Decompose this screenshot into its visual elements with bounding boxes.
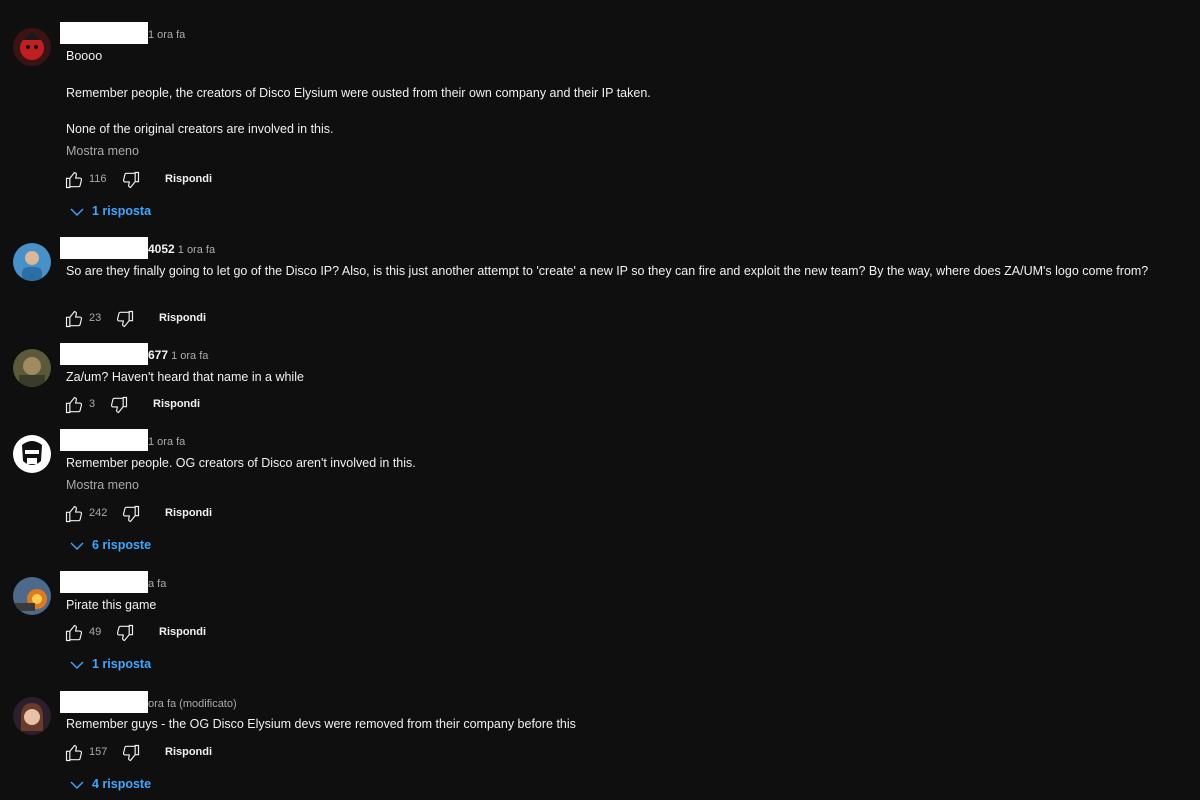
- avatar[interactable]: [13, 28, 51, 66]
- like-count: 49: [89, 626, 102, 638]
- chevron-down-icon: [70, 660, 84, 670]
- timestamp[interactable]: 1 ora fa: [178, 244, 215, 256]
- avatar[interactable]: [13, 697, 51, 735]
- thumb-up-icon[interactable]: [64, 170, 84, 190]
- thumb-down-icon[interactable]: [115, 309, 135, 329]
- show-less-button[interactable]: Mostra meno: [66, 478, 139, 492]
- like-count: 116: [89, 173, 107, 185]
- redacted-username: [60, 571, 148, 593]
- avatar[interactable]: [13, 577, 51, 615]
- show-less-button[interactable]: Mostra meno: [66, 144, 139, 158]
- thumb-down-icon[interactable]: [121, 170, 141, 190]
- reply-button[interactable]: Rispondi: [165, 507, 212, 519]
- comment-text: Za/um? Haven't heard that name in a whil…: [66, 370, 304, 384]
- reply-button[interactable]: Rispondi: [159, 626, 206, 638]
- replies-count-label: 6 risposte: [92, 538, 152, 552]
- thumb-down-icon[interactable]: [121, 743, 141, 763]
- comment-meta: 677 1 ora fa: [148, 348, 208, 362]
- comment-text: Pirate this game: [66, 598, 157, 612]
- timestamp[interactable]: 1 ora fa: [148, 436, 185, 448]
- thumb-down-icon[interactable]: [115, 623, 135, 643]
- avatar[interactable]: [13, 349, 51, 387]
- comment-meta: a fa: [148, 576, 166, 590]
- avatar[interactable]: [13, 243, 51, 281]
- comment-meta: 4052 1 ora fa: [148, 242, 215, 256]
- reply-button[interactable]: Rispondi: [153, 398, 200, 410]
- thumb-up-icon[interactable]: [64, 309, 84, 329]
- username-tail[interactable]: 4052: [148, 242, 175, 256]
- comment-text: Boooo: [66, 49, 103, 63]
- view-replies-button[interactable]: 4 risposte: [70, 777, 151, 791]
- view-replies-button[interactable]: 1 risposta: [70, 204, 151, 218]
- comment-text: Remember people. OG creators of Disco ar…: [66, 456, 416, 470]
- reply-button[interactable]: Rispondi: [165, 746, 212, 758]
- chevron-down-icon: [70, 780, 84, 790]
- timestamp[interactable]: 1 ora fa: [148, 29, 185, 41]
- chevron-down-icon: [70, 541, 84, 551]
- redacted-username: [60, 429, 148, 451]
- comment-text: Remember people, the creators of Disco E…: [66, 86, 651, 100]
- redacted-username: [60, 691, 148, 713]
- redacted-username: [60, 22, 148, 44]
- thumb-up-icon[interactable]: [64, 743, 84, 763]
- view-replies-button[interactable]: 1 risposta: [70, 657, 151, 671]
- redacted-username: [60, 237, 148, 259]
- reply-button[interactable]: Rispondi: [159, 312, 206, 324]
- comment-meta: 1 ora fa: [148, 27, 185, 41]
- chevron-down-icon: [70, 207, 84, 217]
- thumb-down-icon[interactable]: [121, 504, 141, 524]
- timestamp[interactable]: a fa: [148, 578, 166, 590]
- username-tail[interactable]: 677: [148, 348, 168, 362]
- comment-meta: 1 ora fa: [148, 434, 185, 448]
- comment-text: Remember guys - the OG Disco Elysium dev…: [66, 717, 576, 731]
- comment-text: None of the original creators are involv…: [66, 122, 334, 136]
- timestamp[interactable]: 1 ora fa: [171, 350, 208, 362]
- replies-count-label: 4 risposte: [92, 777, 152, 791]
- like-count: 3: [89, 398, 96, 410]
- comment-meta: ora fa (modificato): [148, 696, 237, 710]
- thumb-down-icon[interactable]: [109, 395, 129, 415]
- redacted-username: [60, 343, 148, 365]
- replies-count-label: 1 risposta: [92, 204, 152, 218]
- avatar[interactable]: [13, 435, 51, 473]
- like-count: 157: [89, 746, 108, 758]
- view-replies-button[interactable]: 6 risposte: [70, 538, 151, 552]
- timestamp[interactable]: ora fa (modificato): [148, 698, 237, 710]
- thumb-up-icon[interactable]: [64, 504, 84, 524]
- comment-text: So are they finally going to let go of t…: [66, 264, 1149, 278]
- replies-count-label: 1 risposta: [92, 657, 152, 671]
- like-count: 23: [89, 312, 102, 324]
- like-count: 242: [89, 507, 108, 519]
- thumb-up-icon[interactable]: [64, 395, 84, 415]
- reply-button[interactable]: Rispondi: [165, 173, 212, 185]
- thumb-up-icon[interactable]: [64, 623, 84, 643]
